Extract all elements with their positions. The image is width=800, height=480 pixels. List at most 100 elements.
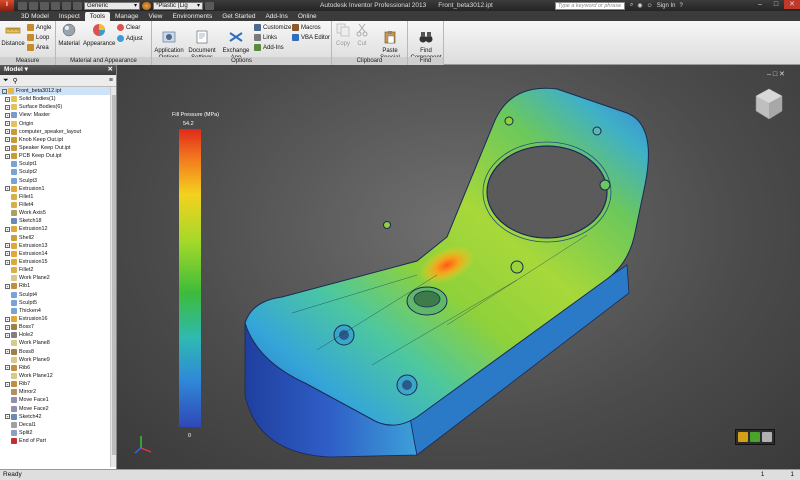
clear-button[interactable]: Clear: [117, 23, 140, 32]
browser-item[interactable]: + Extrusion15: [0, 258, 116, 266]
expand-toggle-icon[interactable]: +: [5, 251, 10, 257]
expand-toggle-icon[interactable]: +: [5, 226, 10, 232]
close-icon[interactable]: ✕: [784, 0, 800, 9]
browser-item[interactable]: Work Plane9: [0, 356, 116, 364]
search-icon[interactable]: ⌕: [630, 2, 633, 9]
viewcube-icon[interactable]: [754, 87, 784, 121]
browser-item[interactable]: Split2: [0, 429, 116, 437]
browser-item[interactable]: + Extrusion12: [0, 225, 116, 233]
browser-item[interactable]: Fillet2: [0, 266, 116, 274]
user-icon[interactable]: ☺: [647, 3, 653, 9]
angle-button[interactable]: Angle: [27, 23, 51, 32]
browser-item[interactable]: Work Plane2: [0, 274, 116, 282]
expand-toggle-icon[interactable]: +: [5, 186, 10, 192]
browser-item[interactable]: Fillet1: [0, 193, 116, 201]
expand-toggle-icon[interactable]: +: [5, 324, 10, 330]
expand-toggle-icon[interactable]: +: [5, 349, 10, 355]
browser-item[interactable]: Sculpt5: [0, 299, 116, 307]
camera-icon[interactable]: [750, 432, 760, 442]
material-combo[interactable]: *Plastic (Lig ▾: [153, 1, 203, 10]
tab-get-started[interactable]: Get Started: [217, 12, 260, 21]
tab-3d-model[interactable]: 3D Model: [16, 12, 54, 21]
fx-icon[interactable]: [205, 1, 214, 10]
undo-icon[interactable]: [51, 1, 60, 10]
tab-tools[interactable]: Tools: [84, 12, 110, 21]
browser-item[interactable]: + Extrusion14: [0, 250, 116, 258]
loop-button[interactable]: Loop: [27, 33, 49, 42]
expand-toggle-icon[interactable]: +: [5, 316, 10, 322]
browser-item[interactable]: + Speaker Keep Out.ipt: [0, 144, 116, 152]
distance-button[interactable]: Distance: [1, 23, 25, 48]
browser-item[interactable]: + Boss7: [0, 323, 116, 331]
save-icon[interactable]: [40, 1, 49, 10]
cut-button[interactable]: Cut: [353, 23, 371, 48]
expand-toggle-icon[interactable]: +: [5, 414, 10, 420]
tab-add-ins[interactable]: Add-Ins: [260, 12, 292, 21]
open-icon[interactable]: [29, 1, 38, 10]
browser-item[interactable]: Sketch18: [0, 217, 116, 225]
browser-item[interactable]: + Rib1: [0, 282, 116, 290]
expand-toggle-icon[interactable]: +: [5, 129, 10, 135]
tab-view[interactable]: View: [143, 12, 167, 21]
browser-item[interactable]: Work Plane8: [0, 339, 116, 347]
browser-item[interactable]: Sculpt2: [0, 168, 116, 176]
browser-item[interactable]: + Extrusion16: [0, 315, 116, 323]
settings-icon[interactable]: [762, 432, 772, 442]
browser-item[interactable]: Move Face1: [0, 396, 116, 404]
tab-environments[interactable]: Environments: [167, 12, 217, 21]
expand-toggle-icon[interactable]: +: [5, 381, 10, 387]
home-icon[interactable]: [73, 1, 82, 10]
vba-editor-button[interactable]: VBA Editor: [292, 33, 330, 42]
material-button[interactable]: Material: [58, 23, 80, 48]
chevron-down-icon[interactable]: ▾: [25, 66, 28, 73]
scrollbar-thumb[interactable]: [112, 95, 116, 455]
area-button[interactable]: Area: [27, 43, 49, 52]
browser-item[interactable]: + View: Master: [0, 111, 116, 119]
browser-item[interactable]: End of Part: [0, 437, 116, 445]
browser-item[interactable]: + Extrusion1: [0, 185, 116, 193]
maximize-icon[interactable]: □: [768, 0, 784, 9]
browser-item[interactable]: + Solid Bodies(1): [0, 95, 116, 103]
graphics-window[interactable]: – □ ✕ Fill Pressure (MPa) 54.2 0: [117, 65, 800, 469]
expand-toggle-icon[interactable]: +: [5, 137, 10, 143]
binoculars-icon[interactable]: ⚲: [13, 77, 18, 85]
tab-manage[interactable]: Manage: [110, 12, 144, 21]
links-button[interactable]: Links: [254, 33, 277, 42]
browser-item[interactable]: + Origin: [0, 120, 116, 128]
expand-toggle-icon[interactable]: +: [5, 243, 10, 249]
macros-button[interactable]: Macros: [292, 23, 321, 32]
browser-item[interactable]: - Front_beta3012.ipt: [0, 87, 116, 96]
filter-icon[interactable]: ⏷: [3, 77, 9, 85]
expand-toggle-icon[interactable]: +: [5, 112, 10, 118]
result-mode-icon[interactable]: [738, 432, 748, 442]
measure-group-label[interactable]: Measure: [0, 57, 55, 65]
browser-item[interactable]: + Extrusion13: [0, 242, 116, 250]
subscription-icon[interactable]: ◉: [637, 2, 642, 9]
browser-item[interactable]: Sculpt1: [0, 160, 116, 168]
expand-toggle-icon[interactable]: +: [5, 153, 10, 159]
expand-toggle-icon[interactable]: +: [5, 96, 10, 102]
browser-item[interactable]: Shell2: [0, 234, 116, 242]
expand-toggle-icon[interactable]: +: [5, 104, 10, 110]
expand-toggle-icon[interactable]: +: [5, 145, 10, 151]
browser-header[interactable]: Model ▾ ✕: [0, 65, 116, 75]
appearance-button[interactable]: Appearance: [83, 23, 115, 48]
expand-toggle-icon[interactable]: +: [5, 121, 10, 127]
part-model[interactable]: [117, 65, 800, 469]
copy-button[interactable]: Copy: [334, 23, 352, 48]
display-mode-widget[interactable]: [735, 429, 775, 445]
browser-item[interactable]: + Rib6: [0, 364, 116, 372]
browser-scrollbar[interactable]: [110, 87, 116, 467]
expand-toggle-icon[interactable]: +: [5, 365, 10, 371]
browser-item[interactable]: + Hole2: [0, 331, 116, 339]
browser-item[interactable]: Decal1: [0, 421, 116, 429]
browser-item[interactable]: + Knob Keep Out.ipt: [0, 136, 116, 144]
browser-item[interactable]: + PCB Keep Out.ipt: [0, 152, 116, 160]
minimize-icon[interactable]: –: [752, 0, 768, 9]
browser-item[interactable]: Move Face2: [0, 404, 116, 412]
search-input[interactable]: Type a keyword or phrase: [555, 2, 625, 10]
sign-in-link[interactable]: Sign In: [657, 3, 676, 9]
menu-icon[interactable]: ≡: [109, 77, 113, 84]
browser-item[interactable]: + Rib7: [0, 380, 116, 388]
inventor-logo-icon[interactable]: I: [0, 0, 14, 11]
